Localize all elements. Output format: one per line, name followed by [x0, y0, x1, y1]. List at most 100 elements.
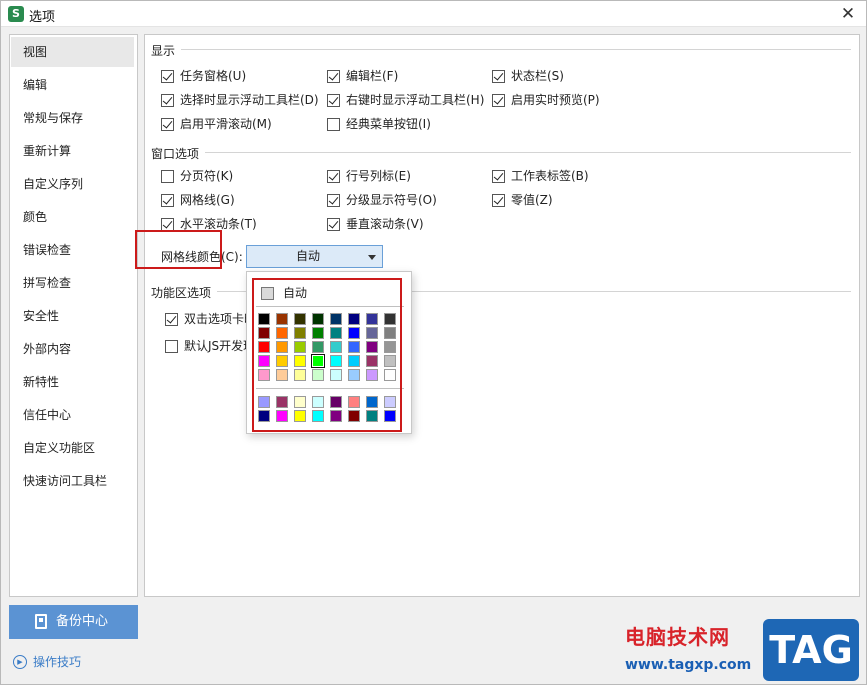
close-icon[interactable]: ✕: [838, 4, 858, 24]
color-swatch[interactable]: [312, 396, 324, 408]
checkbox-box[interactable]: [161, 94, 174, 107]
color-swatch[interactable]: [276, 313, 288, 325]
checkbox-box[interactable]: [492, 194, 505, 207]
color-swatch[interactable]: [366, 369, 378, 381]
sidebar-item[interactable]: 安全性: [11, 301, 134, 331]
color-swatch[interactable]: [366, 396, 378, 408]
color-swatch[interactable]: [276, 410, 288, 422]
color-swatch[interactable]: [384, 396, 396, 408]
color-swatch[interactable]: [366, 355, 378, 367]
sidebar-item[interactable]: 快速访问工具栏: [11, 466, 134, 496]
color-swatch[interactable]: [330, 313, 342, 325]
sidebar-item[interactable]: 颜色: [11, 202, 134, 232]
sidebar-item[interactable]: 视图: [11, 37, 134, 67]
color-swatch[interactable]: [312, 341, 324, 353]
color-swatch[interactable]: [366, 313, 378, 325]
checkbox-box[interactable]: [165, 340, 178, 353]
sidebar-item[interactable]: 外部内容: [11, 334, 134, 364]
color-swatch[interactable]: [294, 313, 306, 325]
watermark-tag-logo: TAG: [763, 619, 859, 681]
color-swatch[interactable]: [258, 369, 270, 381]
sidebar-item[interactable]: 常规与保存: [11, 103, 134, 133]
checkbox-box[interactable]: [327, 70, 340, 83]
auto-color-option[interactable]: 自动: [255, 284, 403, 303]
backup-center-button[interactable]: 备份中心: [9, 605, 138, 639]
sidebar-item[interactable]: 新特性: [11, 367, 134, 397]
color-swatch[interactable]: [348, 327, 360, 339]
sidebar-item[interactable]: 信任中心: [11, 400, 134, 430]
color-swatch[interactable]: [258, 341, 270, 353]
grid-color-dropdown[interactable]: 自动: [246, 245, 383, 268]
color-swatch[interactable]: [348, 341, 360, 353]
color-swatch[interactable]: [294, 410, 306, 422]
color-swatch[interactable]: [276, 327, 288, 339]
sidebar-item[interactable]: 错误检查: [11, 235, 134, 265]
color-swatch[interactable]: [294, 341, 306, 353]
color-swatch[interactable]: [312, 327, 324, 339]
color-swatch[interactable]: [330, 341, 342, 353]
checkbox-label: 启用平滑滚动(M): [180, 117, 272, 131]
color-swatch[interactable]: [258, 313, 270, 325]
title-bar: S 选项 ✕: [1, 1, 866, 27]
checkbox-box[interactable]: [492, 70, 505, 83]
color-swatch[interactable]: [366, 410, 378, 422]
color-swatch[interactable]: [276, 396, 288, 408]
color-swatch[interactable]: [258, 355, 270, 367]
color-swatch[interactable]: [258, 327, 270, 339]
color-swatch[interactable]: [384, 355, 396, 367]
color-swatch[interactable]: [366, 341, 378, 353]
color-swatch[interactable]: [348, 355, 360, 367]
color-swatch[interactable]: [384, 410, 396, 422]
sidebar-item[interactable]: 自定义序列: [11, 169, 134, 199]
color-swatch[interactable]: [348, 410, 360, 422]
checkbox-box[interactable]: [161, 170, 174, 183]
color-swatch[interactable]: [348, 313, 360, 325]
color-swatch[interactable]: [384, 327, 396, 339]
color-swatch[interactable]: [312, 369, 324, 381]
sidebar-item[interactable]: 编辑: [11, 70, 134, 100]
color-swatch[interactable]: [294, 369, 306, 381]
color-swatch[interactable]: [294, 355, 306, 367]
checkbox-box[interactable]: [161, 70, 174, 83]
color-swatch[interactable]: [276, 355, 288, 367]
checkbox-box[interactable]: [327, 170, 340, 183]
color-swatch[interactable]: [384, 369, 396, 381]
color-swatch[interactable]: [366, 327, 378, 339]
color-swatch[interactable]: [330, 369, 342, 381]
color-swatch[interactable]: [330, 396, 342, 408]
checkbox-box[interactable]: [161, 118, 174, 131]
checkbox-box[interactable]: [327, 218, 340, 231]
color-swatch[interactable]: [258, 396, 270, 408]
color-swatch[interactable]: [348, 369, 360, 381]
checkbox-label: 水平滚动条(T): [180, 217, 257, 231]
palette-divider-top: [256, 306, 404, 307]
color-swatch[interactable]: [294, 327, 306, 339]
sidebar-item[interactable]: 自定义功能区: [11, 433, 134, 463]
color-swatch[interactable]: [330, 327, 342, 339]
checkbox-label: 任务窗格(U): [180, 69, 247, 83]
checkbox-box[interactable]: [327, 94, 340, 107]
checkbox-box[interactable]: [161, 194, 174, 207]
sidebar-item[interactable]: 重新计算: [11, 136, 134, 166]
color-swatch[interactable]: [294, 396, 306, 408]
color-swatch[interactable]: [258, 410, 270, 422]
color-swatch[interactable]: [312, 410, 324, 422]
checkbox-box[interactable]: [327, 118, 340, 131]
color-swatch[interactable]: [384, 341, 396, 353]
color-swatch[interactable]: [348, 396, 360, 408]
display-section-title: 显示: [151, 42, 182, 59]
checkbox-box[interactable]: [492, 170, 505, 183]
checkbox-box[interactable]: [492, 94, 505, 107]
color-swatch[interactable]: [311, 354, 325, 368]
checkbox-label: 编辑栏(F): [346, 69, 399, 83]
sidebar-item[interactable]: 拼写检查: [11, 268, 134, 298]
color-swatch[interactable]: [276, 369, 288, 381]
color-swatch[interactable]: [312, 313, 324, 325]
checkbox-box[interactable]: [165, 313, 178, 326]
color-swatch[interactable]: [276, 341, 288, 353]
checkbox-box[interactable]: [327, 194, 340, 207]
color-swatch[interactable]: [330, 355, 342, 367]
color-swatch[interactable]: [384, 313, 396, 325]
color-swatch[interactable]: [330, 410, 342, 422]
checkbox-box[interactable]: [161, 218, 174, 231]
